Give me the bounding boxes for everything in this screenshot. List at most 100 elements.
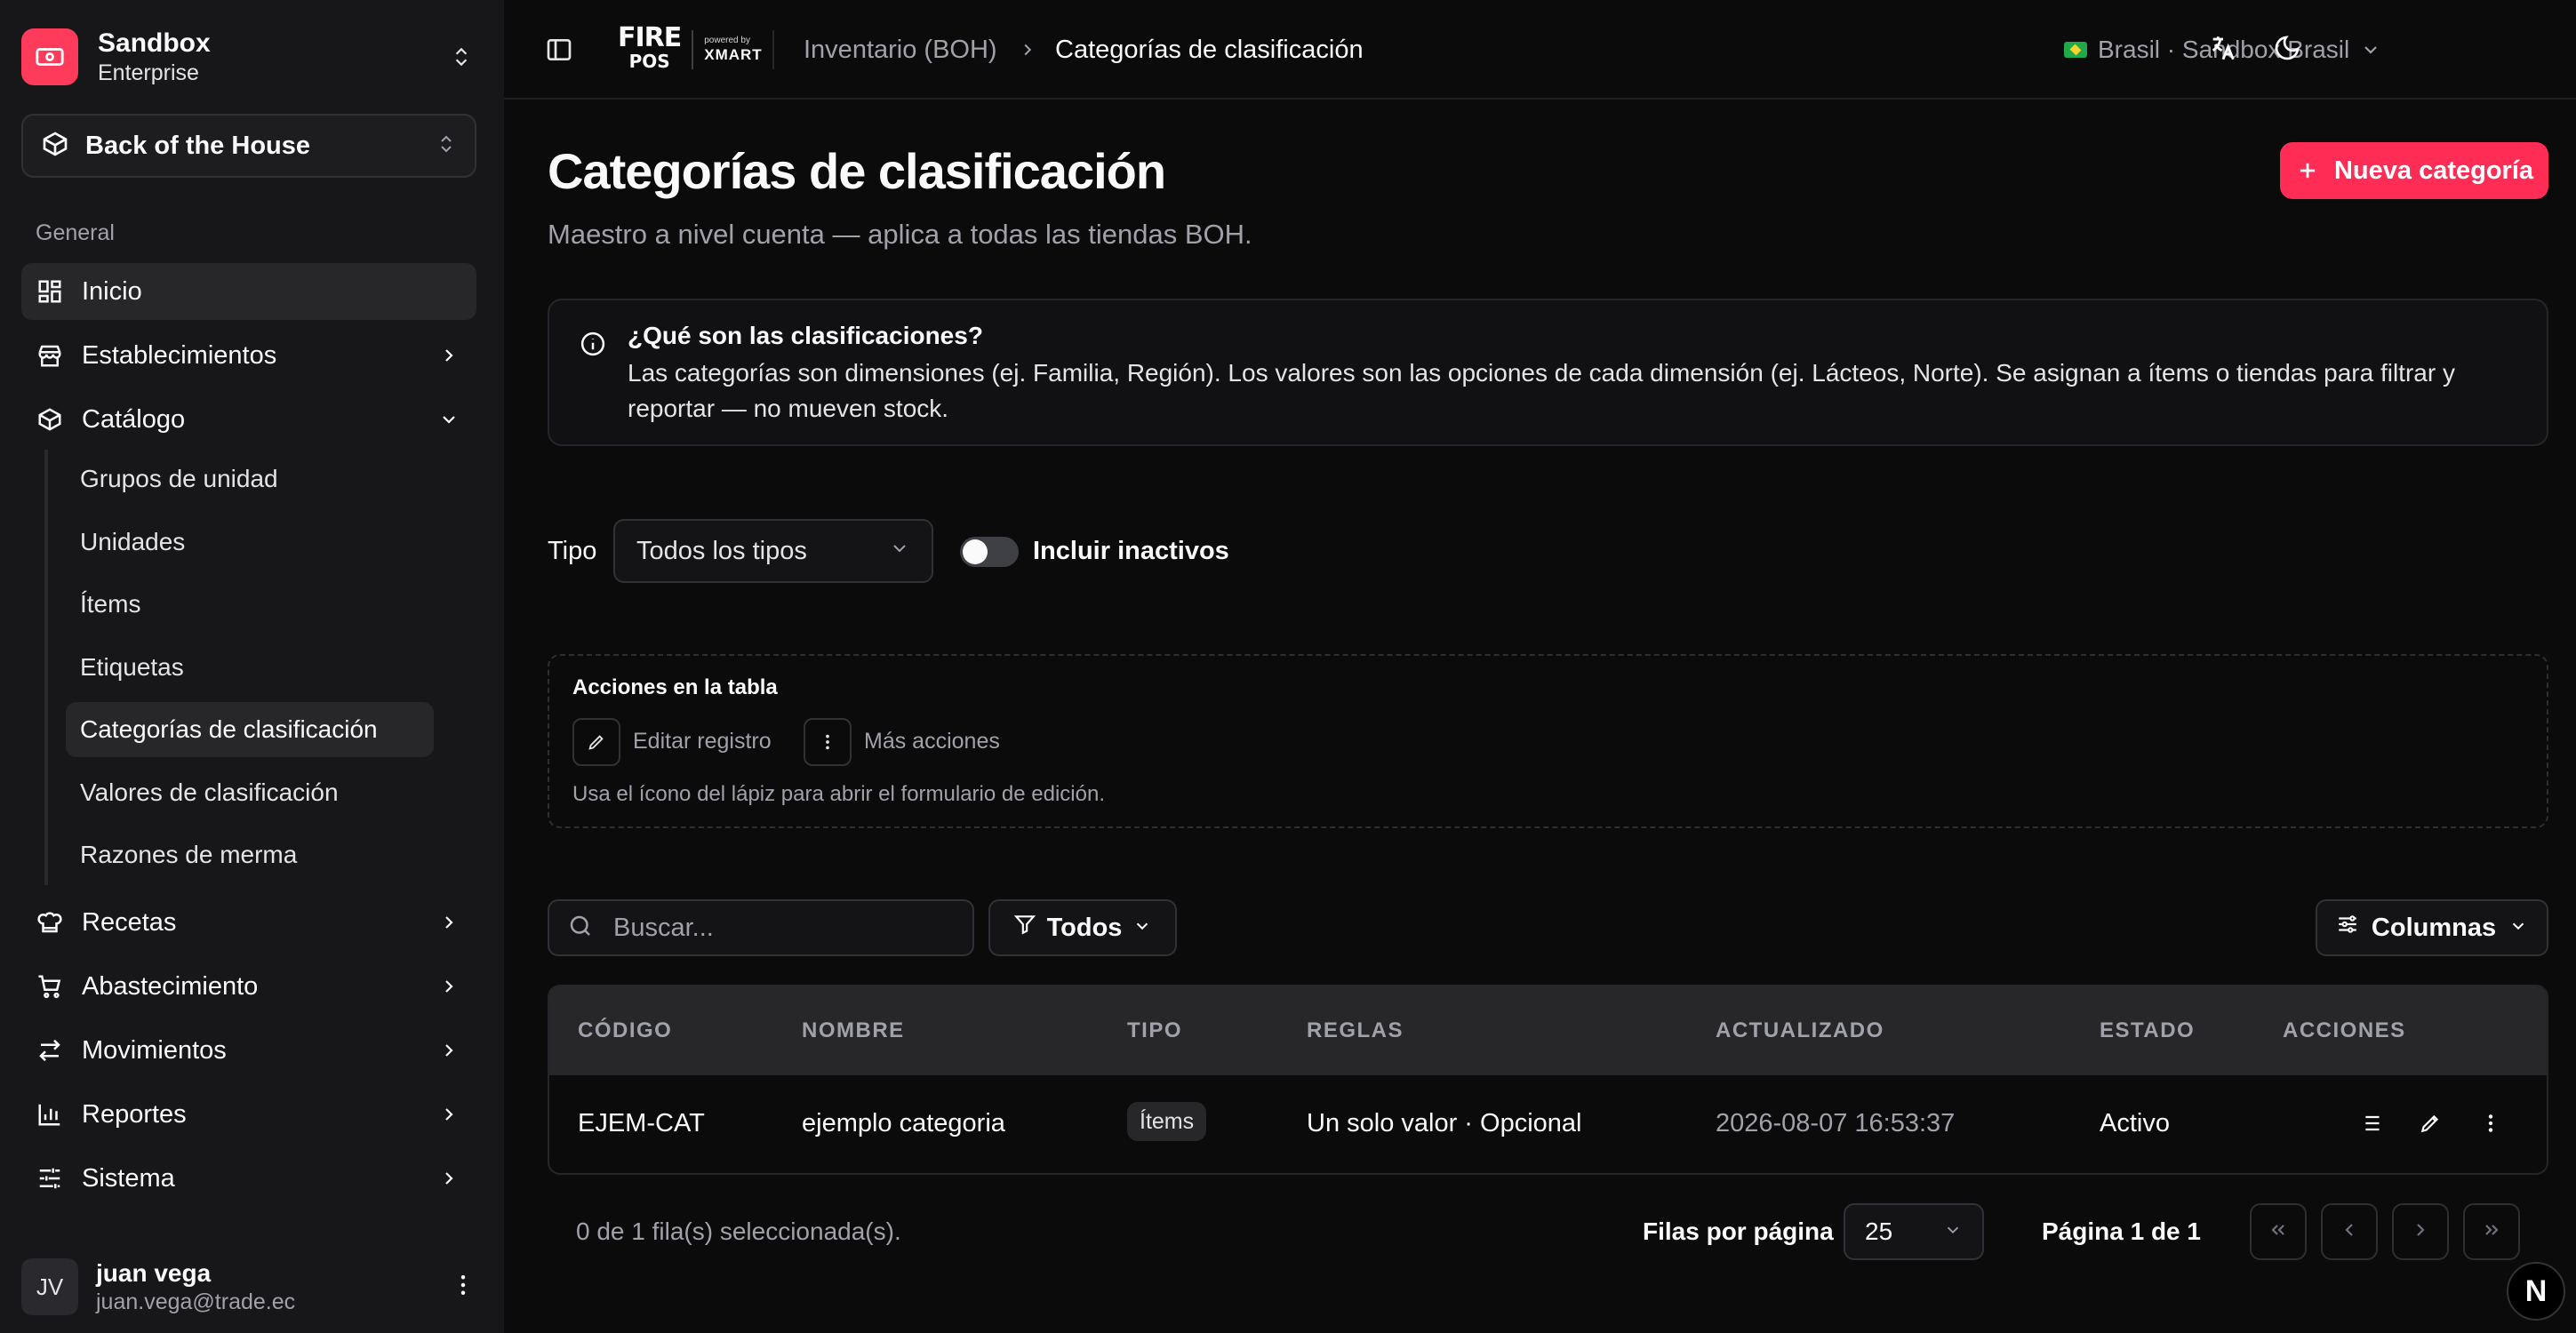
info-body: Las categorías son dimensiones (ej. Fami… <box>628 359 2455 422</box>
chevron-right-icon <box>436 1165 462 1192</box>
chevron-right-icon <box>1014 34 1041 66</box>
search-box[interactable] <box>548 899 974 956</box>
theme-toggle-button[interactable] <box>2262 25 2312 75</box>
sidebar-toggle-button[interactable] <box>534 25 584 75</box>
first-page-button[interactable] <box>2250 1203 2307 1260</box>
sidebar-item-catalogo[interactable]: Catálogo <box>21 391 476 448</box>
include-inactive-switch[interactable] <box>960 537 1019 567</box>
brand-fire: FIRE POS <box>618 22 682 73</box>
chevron-right-icon <box>436 1037 462 1064</box>
sidebar-item-label: Reportes <box>82 1099 187 1129</box>
include-inactive-label: Incluir inactivos <box>1033 537 1229 565</box>
column-header-actualizado[interactable]: ACTUALIZADO <box>1716 1018 1884 1043</box>
chevron-down-icon <box>1132 914 1152 943</box>
language-button[interactable] <box>2198 25 2248 75</box>
list-icon <box>2357 1111 2382 1140</box>
topbar-divider <box>772 30 774 69</box>
view-values-button[interactable] <box>2348 1104 2391 1146</box>
package-icon <box>36 405 64 434</box>
sidebar-item-recetas[interactable]: Recetas <box>21 894 476 951</box>
legend-hint: Usa el ícono del lápiz para abrir el for… <box>572 782 1105 806</box>
chevrons-up-down-icon <box>436 132 457 161</box>
pencil-icon <box>2419 1112 2442 1139</box>
sidebar-item-label: Movimientos <box>82 1035 227 1065</box>
last-page-button[interactable] <box>2463 1203 2520 1260</box>
chevron-right-icon <box>2410 1219 2431 1245</box>
table-row[interactable]: EJEM-CAT ejemplo categoria Ítems Un solo… <box>549 1074 2547 1173</box>
columns-button[interactable]: Columnas <box>2316 899 2548 956</box>
sidebar-item-label: Establecimientos <box>82 340 277 370</box>
team-switcher[interactable]: Sandbox Enterprise <box>21 21 475 92</box>
sliders-icon <box>2336 913 2359 943</box>
brazil-flag-icon <box>2064 42 2087 58</box>
more-vertical-icon[interactable] <box>450 1272 476 1303</box>
module-label: Back of the House <box>85 131 310 160</box>
more-vertical-icon <box>804 718 852 766</box>
team-plan: Enterprise <box>98 60 199 85</box>
module-selector[interactable]: Back of the House <box>21 114 476 178</box>
nav-group-label: General <box>36 220 115 245</box>
new-category-label: Nueva categoría <box>2333 156 2534 185</box>
selection-count: 0 de 1 fila(s) seleccionada(s). <box>576 1217 901 1245</box>
user-name: juan vega <box>96 1259 212 1287</box>
chevron-right-icon <box>436 909 462 936</box>
chevrons-left-icon <box>2268 1219 2289 1245</box>
nextjs-devtools-icon[interactable]: N <box>2507 1262 2565 1321</box>
breadcrumb-inventario[interactable]: Inventario (BOH) <box>804 27 997 73</box>
moon-icon <box>2273 34 2301 67</box>
sidebar-subitem-valores[interactable]: Valores de clasificación <box>66 765 434 820</box>
info-title: ¿Qué son las clasificaciones? <box>628 322 983 349</box>
column-header-tipo[interactable]: TIPO <box>1127 1018 1182 1043</box>
shopping-cart-icon <box>36 972 64 1001</box>
row-more-button[interactable] <box>2469 1104 2512 1146</box>
column-header-estado[interactable]: ESTADO <box>2100 1018 2195 1043</box>
edit-row-button[interactable] <box>2409 1104 2452 1146</box>
sidebar-item-reportes[interactable]: Reportes <box>21 1086 476 1143</box>
sidebar-item-establecimientos[interactable]: Establecimientos <box>21 327 476 384</box>
column-header-codigo[interactable]: CÓDIGO <box>578 1018 672 1043</box>
cell-nombre: ejemplo categoria <box>802 1109 1005 1137</box>
page-subtitle: Maestro a nivel cuenta — aplica a todas … <box>548 219 1252 250</box>
chevrons-up-down-icon <box>448 39 475 75</box>
sidebar-item-movimientos[interactable]: Movimientos <box>21 1022 476 1079</box>
cell-codigo: EJEM-CAT <box>578 1109 705 1137</box>
sidebar-subitem-items[interactable]: Ítems <box>66 577 434 632</box>
sidebar-subitem-etiquetas[interactable]: Etiquetas <box>66 640 434 695</box>
submenu-rail <box>44 450 48 885</box>
sidebar-item-sistema[interactable]: Sistema <box>21 1150 476 1207</box>
previous-page-button[interactable] <box>2321 1203 2378 1260</box>
team-logo-icon <box>21 28 78 85</box>
sidebar-subitem-unidades[interactable]: Unidades <box>66 515 434 570</box>
avatar: JV <box>21 1258 78 1315</box>
sidebar-subitem-grupos-de-unidad[interactable]: Grupos de unidad <box>66 451 434 507</box>
search-input[interactable] <box>613 913 951 943</box>
column-header-reglas[interactable]: REGLAS <box>1307 1018 1404 1043</box>
type-filter-label: Tipo <box>548 537 597 565</box>
sidebar-item-abastecimiento[interactable]: Abastecimiento <box>21 958 476 1015</box>
brand-logo: FIRE POS powered by XMART <box>618 16 763 84</box>
type-badge: Ítems <box>1127 1102 1207 1141</box>
switch-knob <box>963 539 988 564</box>
sidebar-item-inicio[interactable]: Inicio <box>21 263 476 320</box>
sidebar-item-label: Abastecimiento <box>82 971 259 1001</box>
type-filter-select[interactable]: Todos los tipos <box>613 519 933 583</box>
chevron-down-icon <box>1943 1217 1963 1246</box>
status-filter-button[interactable]: Todos <box>988 899 1177 956</box>
rows-per-page-select[interactable]: 25 <box>1844 1203 1984 1260</box>
categories-table: CÓDIGO NOMBRE TIPO REGLAS ACTUALIZADO ES… <box>548 985 2548 1175</box>
column-header-nombre[interactable]: NOMBRE <box>802 1018 905 1043</box>
pencil-icon <box>572 718 620 766</box>
next-page-button[interactable] <box>2392 1203 2449 1260</box>
info-icon <box>580 331 606 362</box>
arrows-left-right-icon <box>36 1036 64 1065</box>
more-actions-label: Más acciones <box>864 729 1000 754</box>
sidebar-subitem-categorias[interactable]: Categorías de clasificación <box>66 702 434 757</box>
user-menu[interactable]: JV juan vega juan.vega@trade.ec <box>21 1255 476 1319</box>
cell-actualizado: 2026-08-07 16:53:37 <box>1716 1109 1956 1137</box>
sidebar-item-label: Inicio <box>82 276 142 306</box>
sidebar-subitem-razones-de-merma[interactable]: Razones de merma <box>66 827 434 882</box>
sidebar: Sandbox Enterprise Back of the House Gen… <box>0 0 504 1333</box>
plus-icon <box>2295 158 2320 183</box>
chevron-down-icon <box>889 537 910 566</box>
new-category-button[interactable]: Nueva categoría <box>2280 142 2548 199</box>
